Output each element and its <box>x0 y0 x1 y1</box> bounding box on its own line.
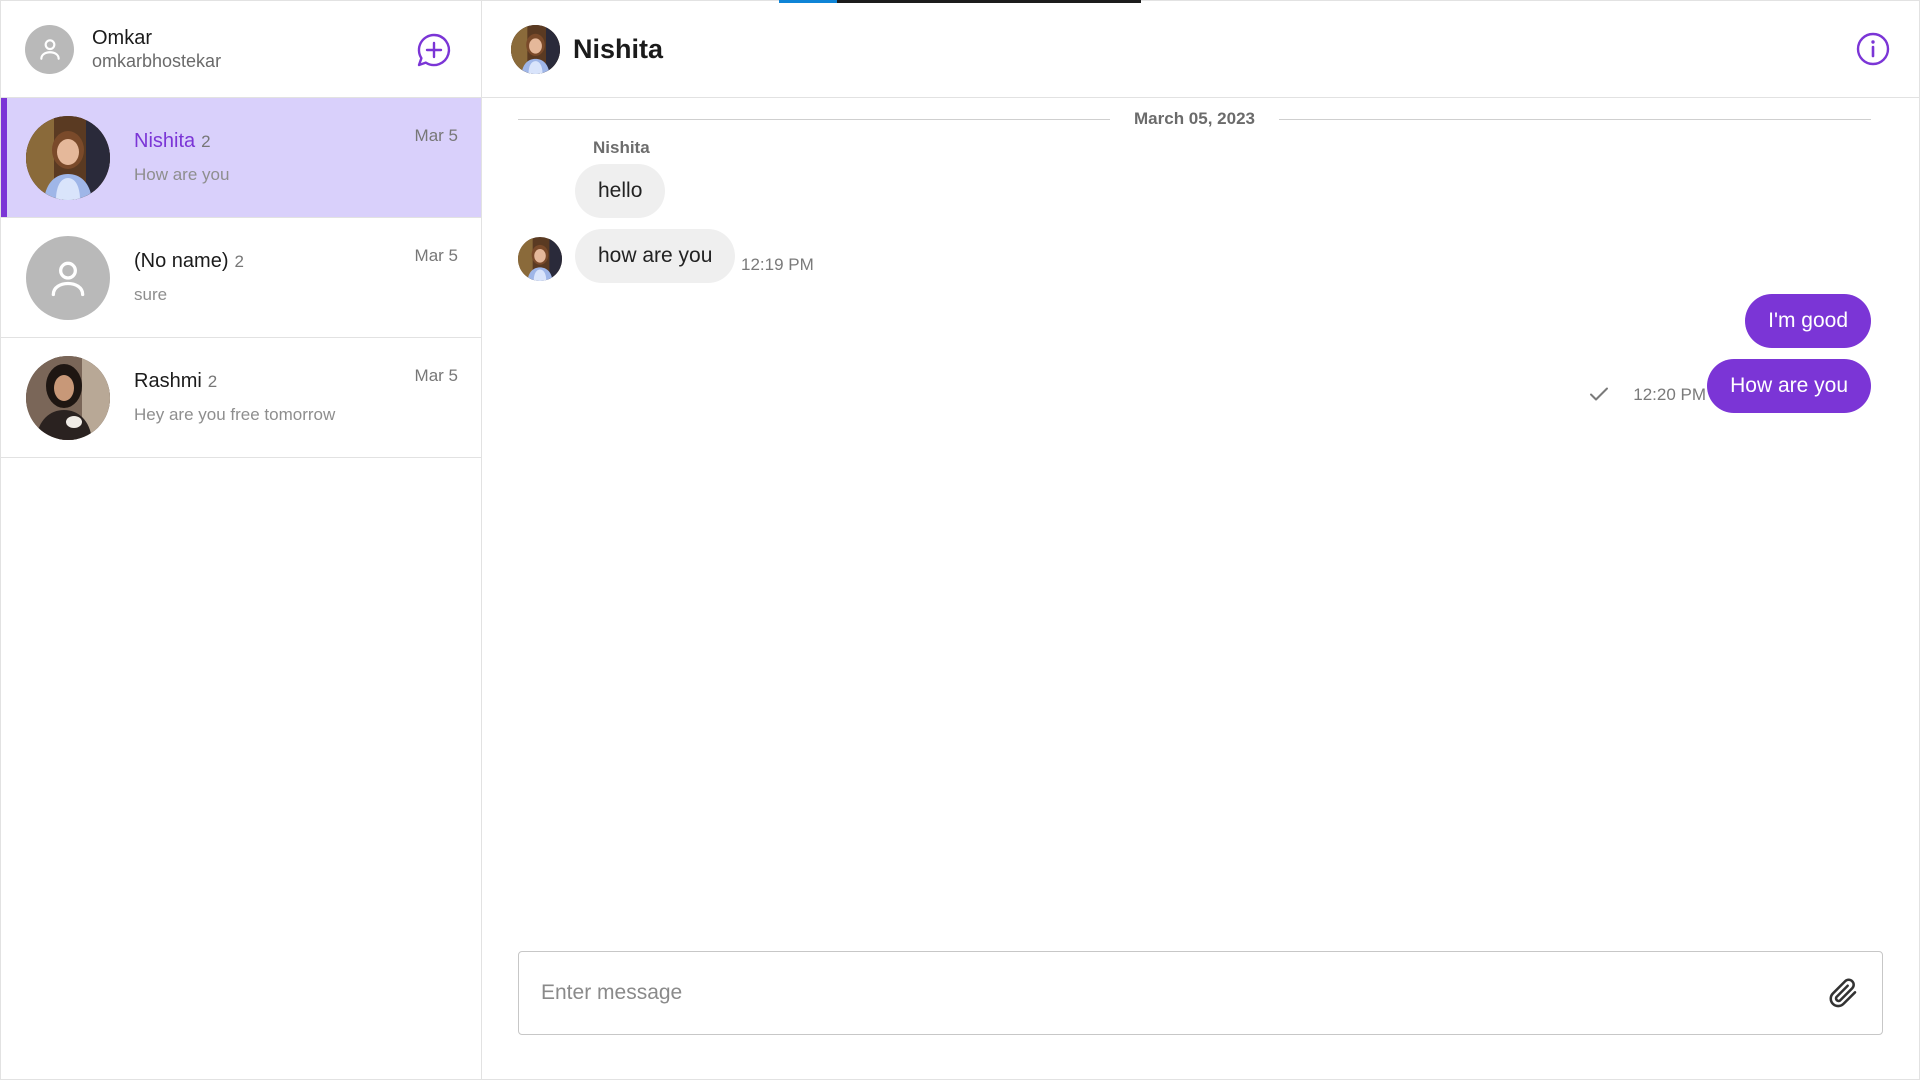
message-timestamp: 12:19 PM <box>741 255 814 274</box>
conversation-preview: Hey are you free tomorrow <box>134 405 336 424</box>
user-icon <box>51 261 85 296</box>
conversation-item-nishita[interactable]: Nishita 2 How are you Mar 5 <box>1 98 481 218</box>
message-input[interactable] <box>541 981 1826 1005</box>
avatar <box>26 235 110 320</box>
divider-line <box>518 118 1111 120</box>
info-icon <box>1856 32 1890 66</box>
conversation-list: Nishita 2 How are you Mar 5 (No name) 2 … <box>1 98 481 1079</box>
sent-check-icon <box>1590 387 1608 401</box>
message-sender-avatar <box>518 237 562 281</box>
current-user-avatar[interactable] <box>25 24 74 74</box>
chat-header: Nishita <box>482 1 1919 98</box>
unread-count: 2 <box>207 372 218 391</box>
conversation-date: Mar 5 <box>414 246 458 265</box>
paperclip-icon <box>1829 978 1857 1008</box>
divider-line <box>1278 118 1871 120</box>
message-bubble-outgoing[interactable]: How are you <box>1707 359 1871 413</box>
conversation-item-no-name[interactable]: (No name) 2 sure Mar 5 <box>1 218 481 338</box>
message-bubble-incoming[interactable]: hello <box>575 164 666 218</box>
chat-title: Nishita <box>573 33 664 64</box>
message-bubble-incoming[interactable]: how are you <box>575 229 736 283</box>
unread-count: 2 <box>201 132 211 151</box>
chat-app: Omkar omkarbhostekar Nishita 2 How are y… <box>0 0 1920 1080</box>
chat-panel: Nishita March 05, 2023 Nishita hello how… <box>482 1 1919 1079</box>
info-button[interactable] <box>1855 31 1891 67</box>
current-user-info: Omkar omkarbhostekar <box>92 26 221 72</box>
sidebar-header: Omkar omkarbhostekar <box>1 1 481 98</box>
chat-plus-icon <box>417 33 451 67</box>
conversation-date: Mar 5 <box>414 366 458 385</box>
avatar <box>26 355 110 440</box>
sender-label: Nishita <box>593 138 650 157</box>
conversation-preview: sure <box>134 285 168 304</box>
message-timestamp: 12:20 PM <box>1633 385 1706 404</box>
chat-contact-avatar[interactable] <box>511 24 560 74</box>
loading-progress-bar <box>779 0 1141 3</box>
conversation-name: Rashmi <box>134 370 202 392</box>
new-chat-button[interactable] <box>415 31 453 69</box>
woman-photo-icon <box>26 115 110 200</box>
woman-photo-icon <box>511 24 560 74</box>
conversation-name: Nishita <box>134 130 196 152</box>
date-divider: March 05, 2023 <box>518 108 1871 130</box>
conversation-name: (No name) <box>134 250 229 272</box>
conversation-date: Mar 5 <box>414 126 458 145</box>
date-divider-label: March 05, 2023 <box>1134 109 1255 128</box>
current-user-handle: omkarbhostekar <box>92 51 222 71</box>
sidebar: Omkar omkarbhostekar Nishita 2 How are y… <box>1 1 482 1079</box>
woman-photo-icon <box>26 355 110 440</box>
avatar <box>26 115 110 200</box>
conversation-preview: How are you <box>134 165 230 184</box>
attach-button[interactable] <box>1826 976 1860 1010</box>
current-user-name: Omkar <box>92 27 152 49</box>
loading-progress-fill <box>779 0 837 3</box>
user-icon <box>39 39 60 60</box>
message-composer <box>518 951 1883 1035</box>
unread-count: 2 <box>234 252 244 271</box>
conversation-item-rashmi[interactable]: Rashmi 2 Hey are you free tomorrow Mar 5 <box>1 338 481 458</box>
message-bubble-outgoing[interactable]: I'm good <box>1745 294 1871 348</box>
woman-photo-icon <box>518 237 562 281</box>
